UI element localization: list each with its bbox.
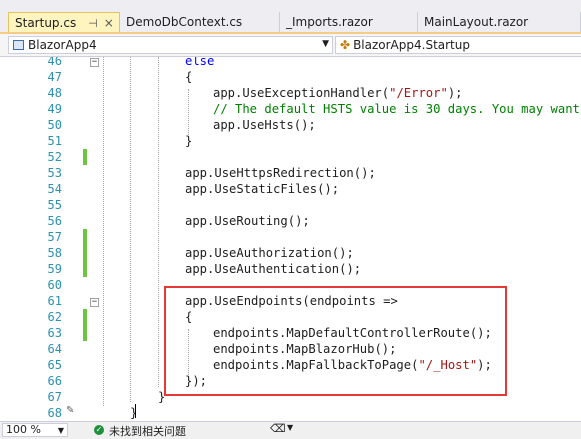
indent-guide xyxy=(158,57,159,387)
line-number: 60 xyxy=(47,278,62,292)
chevron-down-icon: ▼ xyxy=(57,426,64,435)
issues-status[interactable]: 未找到相关问题 xyxy=(109,423,186,439)
line-number: 46 xyxy=(47,57,62,68)
line-number: 50 xyxy=(47,118,62,132)
code-line: app.UseStaticFiles(); xyxy=(185,182,340,196)
zoom-level: 100 % xyxy=(6,423,41,436)
line-number: 56 xyxy=(47,214,62,228)
line-number: 58 xyxy=(47,246,62,260)
line-number: 64 xyxy=(47,342,62,356)
tab-startup-cs[interactable]: Startup.cs ⊣ × xyxy=(8,12,120,33)
code-line: { xyxy=(185,70,193,84)
line-number: 49 xyxy=(47,102,62,116)
line-number: 68 xyxy=(47,406,62,420)
indent-guide xyxy=(103,57,104,406)
class-icon: ✤ xyxy=(340,38,351,52)
line-number: 67 xyxy=(47,390,62,404)
code-line: app.UseHttpsRedirection(); xyxy=(185,166,376,180)
close-icon[interactable]: × xyxy=(104,16,114,30)
change-marker xyxy=(83,261,87,277)
change-marker xyxy=(83,309,87,325)
tab-demodbcontext-cs[interactable]: DemoDbContext.cs xyxy=(120,12,280,33)
code-line: app.UseExceptionHandler("/Error"); xyxy=(213,86,463,100)
document-tab-strip: Startup.cs ⊣ × DemoDbContext.cs _Imports.r… xyxy=(0,0,581,33)
indent-guide xyxy=(188,89,189,137)
chevron-down-icon: ▼ xyxy=(322,39,329,49)
line-number: 61 xyxy=(47,294,62,308)
code-line: // The default HSTS value is 30 days. Yo… xyxy=(213,102,581,116)
line-number: 57 xyxy=(47,230,62,244)
collapse-icon[interactable]: − xyxy=(90,298,99,307)
line-number: 48 xyxy=(47,86,62,100)
change-marker xyxy=(83,325,87,341)
line-number: 53 xyxy=(47,166,62,180)
code-editor[interactable]: 46 47 48 49 50 51 52 53 54 55 56 57 58 59 60 61 62 63 64 65… xyxy=(0,57,581,420)
line-number: 62 xyxy=(47,310,62,324)
code-line: app.UseAuthorization(); xyxy=(185,246,354,260)
tab-mainlayout-razor[interactable]: MainLayout.razor xyxy=(418,12,581,33)
collapse-icon[interactable]: − xyxy=(90,58,99,67)
tab-label: MainLayout.razor xyxy=(424,15,529,29)
code-line: } xyxy=(130,406,138,420)
line-number: 47 xyxy=(47,70,62,84)
class-name: BlazorApp4.Startup xyxy=(353,38,470,52)
line-number: 66 xyxy=(47,374,62,388)
change-marker xyxy=(83,229,87,245)
tab-label: Startup.cs xyxy=(15,16,77,30)
tab-label: _Imports.razor xyxy=(286,15,373,29)
code-line: app.UseHsts(); xyxy=(213,118,316,132)
tab-label: DemoDbContext.cs xyxy=(126,15,243,29)
line-number: 59 xyxy=(47,262,62,276)
pin-icon[interactable]: ⊣ xyxy=(88,17,98,30)
check-circle-icon: ✓ xyxy=(94,425,104,435)
line-number: 54 xyxy=(47,182,62,196)
code-line: app.UseRouting(); xyxy=(185,214,310,228)
class-dropdown[interactable]: ✤ BlazorApp4.Startup xyxy=(335,36,581,54)
navigation-bar: BlazorApp4 ▼ ✤ BlazorApp4.Startup xyxy=(0,34,581,57)
line-number: 51 xyxy=(47,134,62,148)
code-line: } xyxy=(185,134,193,148)
highlight-annotation-box xyxy=(164,286,507,396)
indent-guide xyxy=(130,57,131,402)
tab-imports-razor[interactable]: _Imports.razor xyxy=(280,12,418,33)
line-number: 52 xyxy=(47,150,62,164)
editor-status-bar: 100 % ▼ ✓ 未找到相关问题 ⌫ ▼ xyxy=(0,421,581,439)
csharp-project-icon xyxy=(13,40,24,50)
project-name: BlazorApp4 xyxy=(28,38,97,52)
change-marker xyxy=(83,245,87,261)
zoom-dropdown[interactable]: 100 % ▼ xyxy=(2,423,68,437)
text-caret xyxy=(135,404,136,418)
code-line: app.UseAuthentication(); xyxy=(185,262,362,276)
line-number: 65 xyxy=(47,358,62,372)
project-dropdown[interactable]: BlazorApp4 ▼ xyxy=(8,36,333,54)
change-marker xyxy=(83,149,87,165)
brush-icon[interactable]: ⌫ xyxy=(270,422,286,435)
line-number: 63 xyxy=(47,326,62,340)
quick-actions-icon[interactable]: ✎ xyxy=(66,405,74,416)
code-line: else xyxy=(185,57,215,68)
line-number: 55 xyxy=(47,198,62,212)
chevron-down-icon[interactable]: ▼ xyxy=(287,423,293,432)
